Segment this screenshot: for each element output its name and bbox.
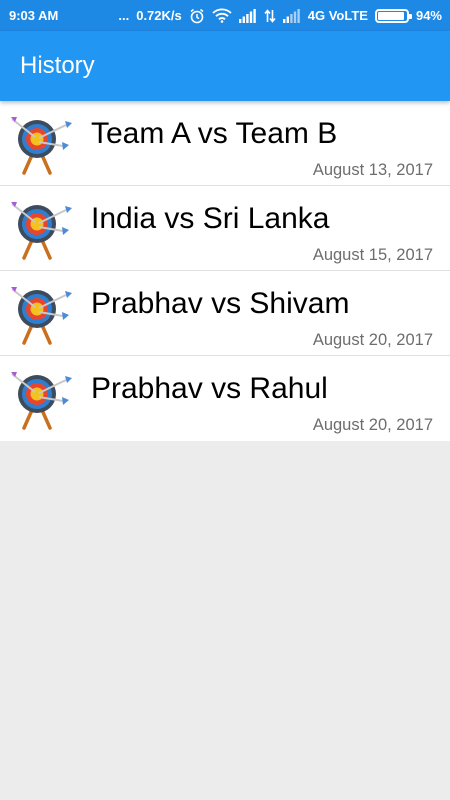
wifi-icon <box>212 8 232 23</box>
match-date: August 13, 2017 <box>312 161 433 179</box>
history-item[interactable]: Prabhav vs Shivam August 20, 2017 <box>0 271 450 356</box>
status-time: 9:03 AM <box>9 8 59 23</box>
app-bar: History <box>0 31 450 101</box>
data-transfer-icon <box>264 8 276 23</box>
match-title: Team A vs Team B <box>91 117 338 150</box>
match-title: India vs Sri Lanka <box>91 202 330 235</box>
archery-target-icon <box>10 115 74 175</box>
match-title: Prabhav vs Shivam <box>91 287 350 320</box>
status-bar: 9:03 AM ... 0.72K/s 4G VoLTE 94% <box>0 0 450 31</box>
archery-target-icon <box>10 200 74 260</box>
battery-icon <box>374 8 412 23</box>
match-title: Prabhav vs Rahul <box>91 372 328 405</box>
history-item[interactable]: Prabhav vs Rahul August 20, 2017 <box>0 356 450 441</box>
battery-percent: 94% <box>415 8 442 23</box>
match-date: August 20, 2017 <box>312 331 433 349</box>
battery-level <box>377 11 405 20</box>
network-speed: 0.72K/s <box>136 8 182 23</box>
status-dots: ... <box>118 8 130 23</box>
history-list: Team A vs Team B August 13, 2017 India v… <box>0 101 450 441</box>
match-date: August 15, 2017 <box>312 246 433 264</box>
archery-target-icon <box>10 285 74 345</box>
status-indicators: ... 0.72K/s 4G VoLTE 94% <box>118 8 442 24</box>
match-date: August 20, 2017 <box>312 416 433 434</box>
signal-icon <box>238 8 257 23</box>
alarm-icon <box>189 8 205 24</box>
network-type: 4G VoLTE <box>307 8 368 23</box>
history-item[interactable]: Team A vs Team B August 13, 2017 <box>0 101 450 186</box>
history-item[interactable]: India vs Sri Lanka August 15, 2017 <box>0 186 450 271</box>
archery-target-icon <box>10 370 74 430</box>
signal-icon <box>282 8 301 23</box>
page-title: History <box>20 52 95 79</box>
